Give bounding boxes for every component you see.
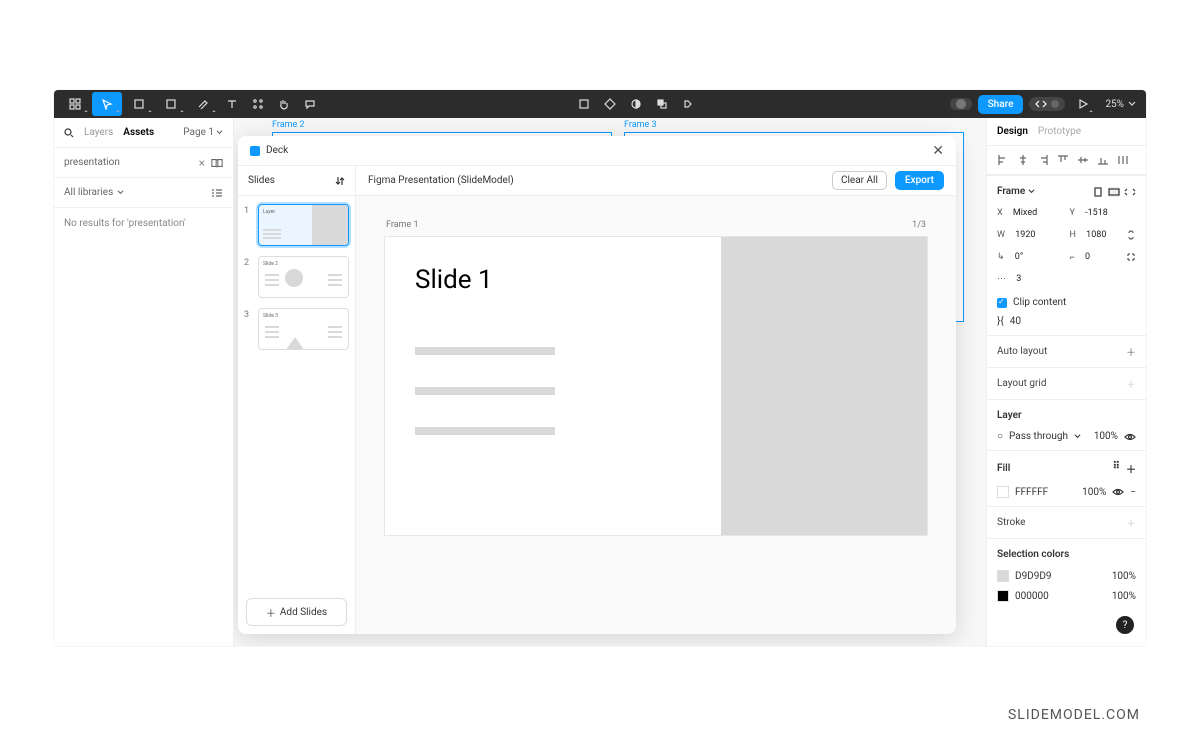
resize-portrait-icon[interactable] xyxy=(1092,187,1104,197)
tab-design[interactable]: Design xyxy=(997,126,1028,137)
slide-preview: Figma Presentation (SlideModel) Clear Al… xyxy=(356,166,956,634)
resources-tool[interactable] xyxy=(246,92,270,116)
pen-tool[interactable] xyxy=(188,92,218,116)
frame-label[interactable]: Frame 2 xyxy=(272,120,305,130)
dev-ready-icon[interactable] xyxy=(676,92,700,116)
gap-field[interactable]: ⋯ 3 xyxy=(997,269,1064,289)
selection-colors-section: Selection colors xyxy=(997,549,1069,560)
slide-canvas: Slide 1 xyxy=(384,236,928,536)
align-right-icon[interactable] xyxy=(1035,152,1051,168)
align-vcenter-icon[interactable] xyxy=(1075,152,1091,168)
frame-label[interactable]: Frame 3 xyxy=(624,120,657,130)
resize-landscape-icon[interactable] xyxy=(1108,187,1120,197)
figma-menu-button[interactable] xyxy=(60,92,90,116)
fill-row[interactable]: FFFFFF 100% − xyxy=(987,482,1146,502)
help-button[interactable]: ? xyxy=(1116,616,1134,634)
slide-thumb-1[interactable]: 1 Layer xyxy=(244,204,349,246)
slide-title-text: Slide 1 xyxy=(415,265,493,295)
sel-color-row[interactable]: D9D9D9100% xyxy=(987,566,1146,586)
frame-name: Frame 1 xyxy=(386,220,419,230)
zoom-dropdown[interactable]: 25% xyxy=(1101,99,1140,110)
eye-icon[interactable] xyxy=(1112,487,1124,497)
clear-all-button[interactable]: Clear All xyxy=(832,171,887,190)
shape-tool[interactable] xyxy=(156,92,186,116)
x-field[interactable]: X Mixed xyxy=(997,203,1064,223)
distribute-icon[interactable] xyxy=(1115,152,1131,168)
comment-tool[interactable] xyxy=(298,92,322,116)
hand-tool[interactable] xyxy=(272,92,296,116)
constraint-field[interactable]: }{40 xyxy=(987,312,1146,331)
tab-layers[interactable]: Layers xyxy=(84,127,113,138)
indep-corners-icon[interactable] xyxy=(1126,252,1136,262)
eye-icon[interactable] xyxy=(1124,432,1136,442)
export-button[interactable]: Export xyxy=(895,171,944,190)
boolean-icon[interactable] xyxy=(650,92,674,116)
present-button[interactable] xyxy=(1071,92,1095,116)
sort-icon[interactable] xyxy=(335,176,345,186)
dev-mode-toggle[interactable] xyxy=(1029,97,1065,111)
share-button[interactable]: Share xyxy=(978,95,1024,114)
left-panel: Layers Assets Page 1 presentation × All … xyxy=(54,118,234,646)
deck-icon xyxy=(250,146,260,156)
canvas[interactable]: Frame 2 Frame 3 Deck ✕ Slides xyxy=(234,118,986,646)
auto-layout-row[interactable]: Auto layout＋ xyxy=(987,340,1146,363)
book-icon[interactable] xyxy=(211,158,223,168)
radius-field[interactable]: ⌐ 0 xyxy=(1070,247,1137,267)
remove-fill-icon[interactable]: − xyxy=(1130,487,1136,498)
list-view-icon[interactable] xyxy=(211,188,223,198)
frame-tool[interactable] xyxy=(124,92,154,116)
blend-mode[interactable]: ○Pass through 100% xyxy=(987,427,1146,446)
assets-search-input[interactable]: presentation xyxy=(64,157,193,168)
right-panel: Design Prototype Frame xyxy=(986,118,1146,646)
slides-header-label: Slides xyxy=(248,175,275,186)
move-tool[interactable] xyxy=(92,92,122,116)
sel-color-row[interactable]: 000000100% xyxy=(987,586,1146,606)
slide-thumb-2[interactable]: 2 Slide 2 xyxy=(244,256,349,298)
y-field[interactable]: Y -1518 xyxy=(1070,203,1137,223)
deck-modal: Deck ✕ Slides 1 Layer xyxy=(238,136,956,634)
align-bottom-icon[interactable] xyxy=(1095,152,1111,168)
search-icon xyxy=(64,128,74,138)
figma-app: Share 25% Layers Assets Page 1 presentat… xyxy=(54,90,1146,646)
add-fill-icon[interactable]: ＋ xyxy=(1126,461,1136,476)
align-hcenter-icon[interactable] xyxy=(1015,152,1031,168)
page-dropdown[interactable]: Page 1 xyxy=(183,127,223,138)
text-tool[interactable] xyxy=(220,92,244,116)
frame-dropdown[interactable]: Frame xyxy=(997,186,1035,197)
component-icon[interactable] xyxy=(572,92,596,116)
link-wh-icon[interactable] xyxy=(1126,230,1136,240)
add-slides-button[interactable]: ＋Add Slides xyxy=(246,598,347,626)
w-field[interactable]: W 1920 xyxy=(997,225,1064,245)
align-left-icon[interactable] xyxy=(995,152,1011,168)
clear-search-icon[interactable]: × xyxy=(199,156,205,170)
mask-icon[interactable] xyxy=(624,92,648,116)
watermark: SLIDEMODEL.COM xyxy=(1008,707,1140,723)
style-icon[interactable]: ⠿ xyxy=(1113,461,1120,476)
slide-thumb-3[interactable]: 3 Slide 3 xyxy=(244,308,349,350)
libraries-dropdown[interactable]: All libraries xyxy=(64,187,113,198)
clip-content-checkbox[interactable]: Clip content xyxy=(987,293,1146,312)
avatar-pill[interactable] xyxy=(950,98,972,110)
deck-title: Deck xyxy=(266,145,288,156)
h-field[interactable]: H 1080 xyxy=(1070,225,1137,245)
top-toolbar: Share 25% xyxy=(54,90,1146,118)
fill-section: Fill xyxy=(997,463,1010,474)
slides-panel: Slides 1 Layer 2 Slide 2 xyxy=(238,166,356,634)
layer-section: Layer xyxy=(997,410,1022,421)
close-button[interactable]: ✕ xyxy=(932,144,944,158)
rotation-field[interactable]: ↳ 0° xyxy=(997,247,1064,267)
layout-grid-row[interactable]: Layout grid＋ xyxy=(987,372,1146,395)
stroke-row[interactable]: Stroke＋ xyxy=(987,511,1146,534)
presentation-name: Figma Presentation (SlideModel) xyxy=(368,175,514,186)
align-top-icon[interactable] xyxy=(1055,152,1071,168)
variants-icon[interactable] xyxy=(598,92,622,116)
tab-prototype[interactable]: Prototype xyxy=(1038,126,1081,137)
no-results-text: No results for 'presentation' xyxy=(54,208,233,239)
tab-assets[interactable]: Assets xyxy=(123,127,154,138)
slide-counter: 1/3 xyxy=(912,220,926,230)
alignment-controls xyxy=(987,146,1146,175)
resize-fit-icon[interactable] xyxy=(1124,187,1136,197)
